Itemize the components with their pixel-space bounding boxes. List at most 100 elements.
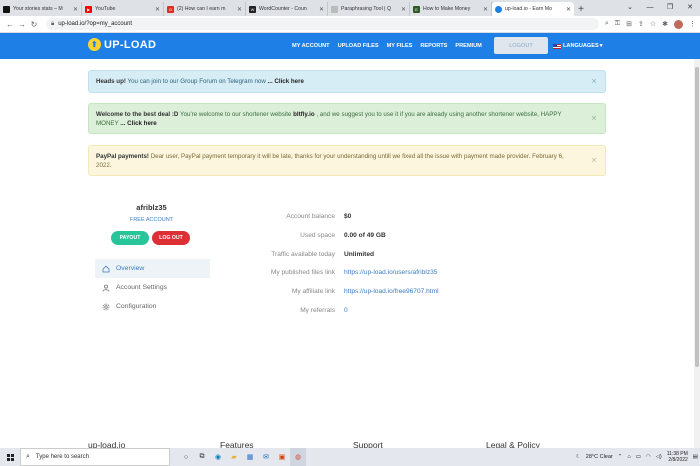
info-label: My affiliate link [291, 287, 335, 295]
close-icon[interactable]: ✕ [591, 77, 597, 86]
store-icon[interactable]: ▦ [242, 448, 258, 466]
clock-date: 2/8/2022 [668, 457, 688, 463]
browser-tab[interactable]: Your stories stats – M ✕ [0, 2, 82, 16]
browser-tab[interactable]: E How to Make Money ✕ [410, 2, 492, 16]
maximize-icon[interactable]: ❐ [660, 0, 680, 14]
volume-icon[interactable]: ◁) [656, 454, 662, 460]
forward-icon[interactable]: → [16, 20, 28, 29]
weather-text[interactable]: 28°C Clear [586, 454, 613, 460]
close-icon[interactable]: ✕ [155, 6, 160, 13]
browser-tab[interactable]: W WordCounter - Coun ✕ [246, 2, 328, 16]
close-icon[interactable]: ✕ [591, 114, 597, 123]
star-icon[interactable]: ☆ [650, 20, 656, 28]
header-logout-button[interactable]: LOGOUT [494, 37, 548, 54]
extensions-icon[interactable]: ✱ [662, 20, 668, 28]
referrals-link[interactable]: 0 [344, 307, 348, 314]
notifications-icon[interactable]: ▤ [693, 454, 698, 460]
minimize-icon[interactable]: — [640, 0, 660, 14]
affiliate-link[interactable]: https://up-load.io/free96707.html [344, 288, 439, 295]
us-flag-icon [553, 43, 561, 49]
taskbar-apps: ○ ⧉ ◉ ▰ ▦ ✉ ▣ ◍ [178, 448, 306, 466]
alert-label: Heads up! [96, 78, 126, 85]
battery-icon[interactable]: ▭ [636, 454, 641, 460]
chevron-up-icon[interactable]: ⌃ [618, 454, 623, 460]
close-icon[interactable]: ✕ [237, 6, 242, 13]
alert-text: You can join to our Group Forum on Teleg… [125, 78, 268, 85]
username: afriblz35 [136, 203, 167, 212]
close-icon[interactable]: ✕ [401, 6, 406, 13]
browser-tab[interactable]: ▶ YouTube ✕ [82, 2, 164, 16]
medium-favicon-icon [3, 5, 10, 13]
alert-link[interactable]: ... Click here [120, 120, 156, 127]
alert-paypal: PayPal payments! Dear user, PayPal payme… [88, 145, 606, 176]
quora-favicon-icon: G [167, 5, 174, 13]
info-label: Used space [300, 231, 335, 239]
key-icon[interactable]: ⚿ [615, 20, 620, 28]
main-nav: MY ACCOUNT UPLOAD FILES MY FILES REPORTS… [292, 33, 482, 59]
alert-text: You're welcome to our shortener website [178, 110, 294, 118]
home-icon [102, 265, 110, 273]
tab-title: WordCounter - Coun [259, 6, 307, 12]
languages-dropdown[interactable]: LANGUAGES ▾ [553, 33, 603, 59]
edge-icon[interactable]: ◉ [210, 448, 226, 466]
menu-icon[interactable]: ⋮ [689, 20, 696, 28]
nav-premium[interactable]: PREMIUM [455, 43, 481, 49]
nav-reports[interactable]: REPORTS [420, 43, 447, 49]
upload-arrow-icon: ⬆ [88, 38, 101, 51]
tab-title: YouTube [95, 6, 116, 12]
clock[interactable]: 11:38 PM 2/8/2022 [667, 451, 688, 464]
chrome-icon[interactable]: ◍ [290, 448, 306, 466]
tab-title: How to Make Money [423, 6, 471, 12]
wifi-icon[interactable]: ◠ [646, 454, 651, 460]
info-value: Unlimited [344, 250, 375, 258]
nav-upload-files[interactable]: UPLOAD FILES [338, 43, 379, 49]
caret-down-icon: ▾ [599, 43, 603, 49]
cortana-icon[interactable]: ○ [178, 448, 194, 466]
quillbot-favicon-icon [331, 5, 338, 13]
network-icon[interactable]: ⌂ [627, 454, 630, 460]
close-icon[interactable]: ✕ [483, 6, 488, 13]
browser-tab-active[interactable]: up-load.io - Earn Mo ✕ [492, 2, 574, 16]
file-explorer-icon[interactable]: ▰ [226, 448, 242, 466]
back-icon[interactable]: ← [4, 20, 16, 29]
info-value: $0 [344, 212, 352, 220]
alert-text: Dear user, PayPal payment temporary it w… [96, 152, 564, 169]
task-view-icon[interactable]: ⧉ [194, 448, 210, 466]
scrollbar-thumb[interactable] [695, 67, 699, 367]
alert-telegram: Heads up! You can join to our Group Foru… [88, 70, 606, 93]
site-logo[interactable]: ⬆ UP-LOAD [88, 38, 156, 51]
info-label: Traffic available today [271, 250, 335, 258]
info-label: My referrals [300, 306, 335, 314]
youtube-favicon-icon: ▶ [85, 5, 92, 13]
nav-my-files[interactable]: MY FILES [387, 43, 413, 49]
avatar[interactable] [674, 19, 683, 29]
alert-link[interactable]: ... Click here [268, 78, 304, 85]
browser-tab-strip: Your stories stats – M ✕ ▶ YouTube ✕ G (2) H… [0, 0, 700, 16]
nav-my-account[interactable]: MY ACCOUNT [292, 43, 330, 49]
windows-start-icon[interactable] [0, 448, 20, 466]
close-window-icon[interactable]: ✕ [680, 0, 700, 14]
published-files-link[interactable]: https://up-load.io/users/afriblz35 [344, 269, 437, 276]
info-value: 0.00 of 49 GB [344, 231, 386, 239]
search-icon[interactable]: ⌕ [605, 20, 609, 28]
wordcounter-favicon-icon: W [249, 5, 256, 13]
mail-icon[interactable]: ✉ [258, 448, 274, 466]
close-icon[interactable]: ✕ [566, 6, 571, 13]
install-icon[interactable]: ⊞ [626, 20, 632, 28]
close-icon[interactable]: ✕ [319, 6, 324, 13]
browser-tab[interactable]: G (2) How can I earn m ✕ [164, 2, 246, 16]
user-icon [102, 284, 110, 292]
taskbar-search-input[interactable]: ⌕ Type here to search [20, 448, 170, 466]
new-tab-button[interactable]: + [574, 2, 588, 16]
page-scrollbar[interactable] [694, 59, 700, 448]
office-icon[interactable]: ▣ [274, 448, 290, 466]
close-icon[interactable]: ✕ [591, 156, 597, 165]
share-icon[interactable]: ⇪ [638, 20, 644, 28]
alert-label: PayPal payments! [96, 152, 149, 160]
reload-icon[interactable]: ↻ [28, 20, 40, 29]
url-field[interactable]: 🔒︎ up-load.io/?op=my_account [46, 18, 599, 30]
browser-tab[interactable]: Paraphrasing Tool | Q ✕ [328, 2, 410, 16]
address-bar: ← → ↻ 🔒︎ up-load.io/?op=my_account ⌕ ⚿ ⊞… [0, 16, 700, 33]
chevron-down-icon[interactable]: ⌄ [620, 0, 640, 14]
close-icon[interactable]: ✕ [73, 6, 78, 13]
